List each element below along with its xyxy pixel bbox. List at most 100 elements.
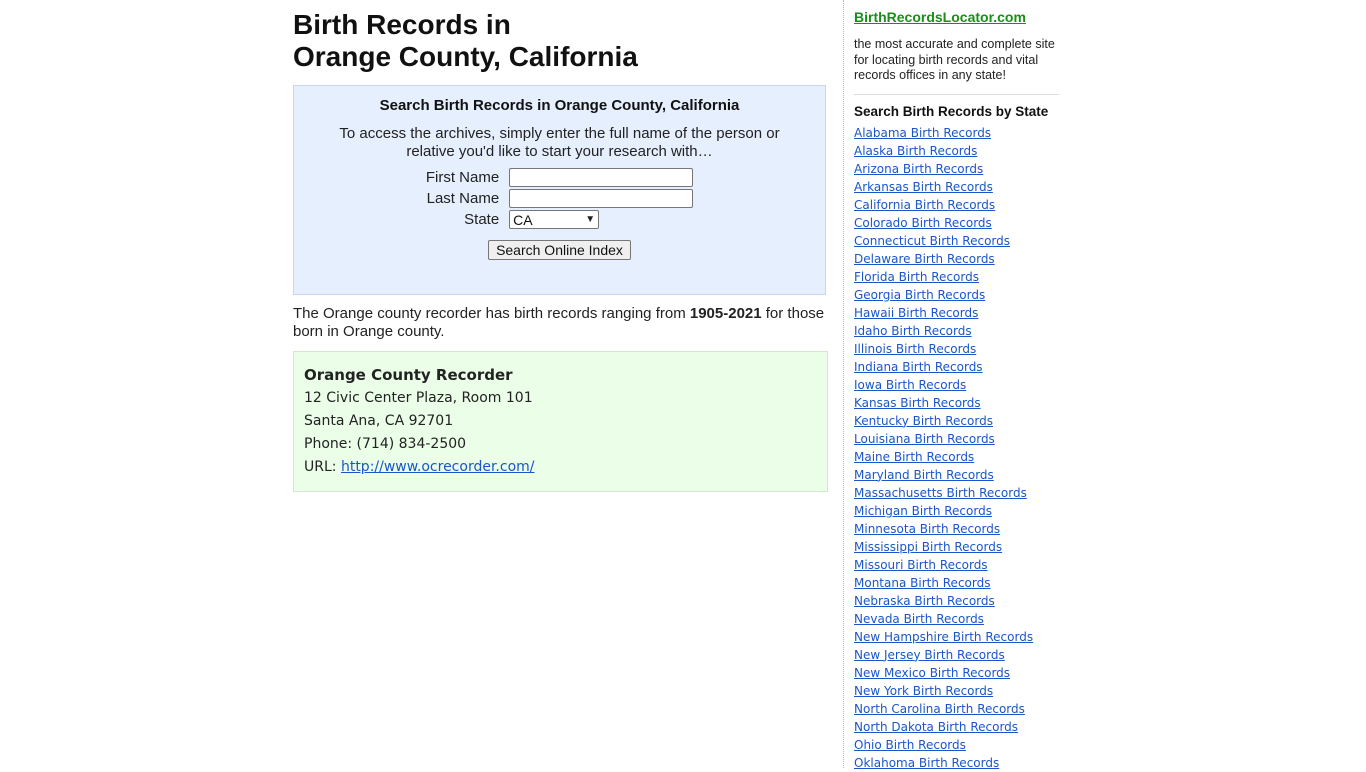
state-link[interactable]: North Dakota Birth Records — [854, 720, 1018, 734]
list-item: Massachusetts Birth Records — [854, 484, 1059, 502]
state-link[interactable]: California Birth Records — [854, 198, 995, 212]
sidebar-divider — [854, 93, 1059, 95]
list-item: Oklahoma Birth Records — [854, 754, 1059, 772]
list-item: North Dakota Birth Records — [854, 718, 1059, 736]
state-link[interactable]: Arizona Birth Records — [854, 162, 983, 176]
state-link[interactable]: Mississippi Birth Records — [854, 540, 1002, 554]
list-item: Hawaii Birth Records — [854, 304, 1059, 322]
state-link[interactable]: Hawaii Birth Records — [854, 306, 978, 320]
search-online-index-button[interactable]: Search Online Index — [488, 240, 631, 260]
list-item: Florida Birth Records — [854, 268, 1059, 286]
list-item: New Hampshire Birth Records — [854, 628, 1059, 646]
state-link[interactable]: Maine Birth Records — [854, 450, 974, 464]
state-link[interactable]: Alaska Birth Records — [854, 144, 977, 158]
search-heading: Search Birth Records in Orange County, C… — [379, 97, 740, 114]
list-item: Delaware Birth Records — [854, 250, 1059, 268]
recorder-name: Orange County Recorder — [304, 366, 513, 384]
states-heading: Search Birth Records by State — [854, 103, 1049, 119]
phone-label: Phone: — [304, 436, 357, 452]
search-intro: To access the archives, simply enter the… — [339, 125, 780, 160]
list-item: Colorado Birth Records — [854, 214, 1059, 232]
state-link[interactable]: Michigan Birth Records — [854, 504, 992, 518]
state-link[interactable]: Florida Birth Records — [854, 270, 979, 284]
site-tagline: the most accurate and complete site for … — [854, 37, 1055, 82]
state-link[interactable]: Missouri Birth Records — [854, 558, 988, 572]
first-name-label: First Name — [425, 169, 500, 186]
chevron-down-icon: ▼ — [585, 214, 596, 225]
page-title: Birth Records in Orange County, Californ… — [293, 0, 828, 73]
page-title-line1: Birth Records in — [293, 9, 511, 40]
state-link[interactable]: Kentucky Birth Records — [854, 414, 993, 428]
recorder-url: URL: http://www.ocrecorder.com/ — [304, 456, 817, 479]
list-item: New Jersey Birth Records — [854, 646, 1059, 664]
state-link[interactable]: Connecticut Birth Records — [854, 234, 1010, 248]
sidebar: BirthRecordsLocator.com the most accurat… — [854, 0, 1059, 772]
records-range-text: The Orange county recorder has birth rec… — [293, 305, 828, 341]
range-years: 1905-2021 — [689, 305, 762, 322]
state-link[interactable]: Indiana Birth Records — [854, 360, 983, 374]
state-link[interactable]: Idaho Birth Records — [854, 324, 972, 338]
list-item: Connecticut Birth Records — [854, 232, 1059, 250]
recorder-phone: Phone: (714) 834-2500 — [304, 433, 817, 456]
search-panel: Search Birth Records in Orange County, C… — [293, 85, 826, 295]
state-link[interactable]: Delaware Birth Records — [854, 252, 995, 266]
list-item: Illinois Birth Records — [854, 340, 1059, 358]
recorder-address-line1: 12 Civic Center Plaza, Room 101 — [304, 390, 533, 406]
list-item: Nebraska Birth Records — [854, 592, 1059, 610]
state-link[interactable]: Nevada Birth Records — [854, 612, 984, 626]
state-link[interactable]: Iowa Birth Records — [854, 378, 966, 392]
list-item: Montana Birth Records — [854, 574, 1059, 592]
state-link[interactable]: Montana Birth Records — [854, 576, 990, 590]
state-link[interactable]: Oklahoma Birth Records — [854, 756, 999, 770]
list-item: Kansas Birth Records — [854, 394, 1059, 412]
state-link[interactable]: Arkansas Birth Records — [854, 180, 993, 194]
recorder-address-line2: Santa Ana, CA 92701 — [304, 413, 454, 429]
list-item: Missouri Birth Records — [854, 556, 1059, 574]
state-selected-value: CA — [513, 211, 533, 228]
list-item: Maine Birth Records — [854, 448, 1059, 466]
list-item: Ohio Birth Records — [854, 736, 1059, 754]
state-link[interactable]: Colorado Birth Records — [854, 216, 992, 230]
state-link[interactable]: New Hampshire Birth Records — [854, 630, 1033, 644]
state-link[interactable]: Alabama Birth Records — [854, 126, 991, 140]
list-item: Iowa Birth Records — [854, 376, 1059, 394]
list-item: Louisiana Birth Records — [854, 430, 1059, 448]
state-links-list: Alabama Birth Records Alaska Birth Record… — [854, 124, 1059, 772]
state-link[interactable]: North Carolina Birth Records — [854, 702, 1025, 716]
list-item: North Carolina Birth Records — [854, 700, 1059, 718]
state-link[interactable]: Georgia Birth Records — [854, 288, 985, 302]
list-item: Nevada Birth Records — [854, 610, 1059, 628]
range-prefix: The Orange county recorder has birth rec… — [293, 305, 690, 322]
state-link[interactable]: New Mexico Birth Records — [854, 666, 1010, 680]
list-item: Arizona Birth Records — [854, 160, 1059, 178]
recorder-url-link[interactable]: http://www.ocrecorder.com/ — [341, 459, 535, 475]
list-item: Maryland Birth Records — [854, 466, 1059, 484]
state-link[interactable]: Massachusetts Birth Records — [854, 486, 1027, 500]
state-link[interactable]: Maryland Birth Records — [854, 468, 994, 482]
search-form: First Name Last Name State CA ▼ — [421, 167, 698, 230]
first-name-input[interactable] — [509, 168, 694, 187]
state-link[interactable]: Illinois Birth Records — [854, 342, 976, 356]
state-link[interactable]: Nebraska Birth Records — [854, 594, 995, 608]
list-item: New York Birth Records — [854, 682, 1059, 700]
site-home-link[interactable]: BirthRecordsLocator.com — [854, 9, 1026, 25]
list-item: Minnesota Birth Records — [854, 520, 1059, 538]
last-name-input[interactable] — [509, 189, 694, 208]
page-title-line2: Orange County, California — [293, 41, 638, 72]
state-label: State — [464, 211, 500, 228]
list-item: Indiana Birth Records — [854, 358, 1059, 376]
state-select[interactable]: CA ▼ — [509, 210, 600, 229]
list-item: Idaho Birth Records — [854, 322, 1059, 340]
list-item: Michigan Birth Records — [854, 502, 1059, 520]
state-link[interactable]: New York Birth Records — [854, 684, 993, 698]
list-item: Arkansas Birth Records — [854, 178, 1059, 196]
list-item: New Mexico Birth Records — [854, 664, 1059, 682]
column-divider — [843, 0, 844, 768]
state-link[interactable]: Kansas Birth Records — [854, 396, 981, 410]
url-label: URL: — [304, 459, 341, 475]
list-item: Kentucky Birth Records — [854, 412, 1059, 430]
state-link[interactable]: New Jersey Birth Records — [854, 648, 1005, 662]
state-link[interactable]: Minnesota Birth Records — [854, 522, 1000, 536]
state-link[interactable]: Ohio Birth Records — [854, 738, 966, 752]
state-link[interactable]: Louisiana Birth Records — [854, 432, 995, 446]
